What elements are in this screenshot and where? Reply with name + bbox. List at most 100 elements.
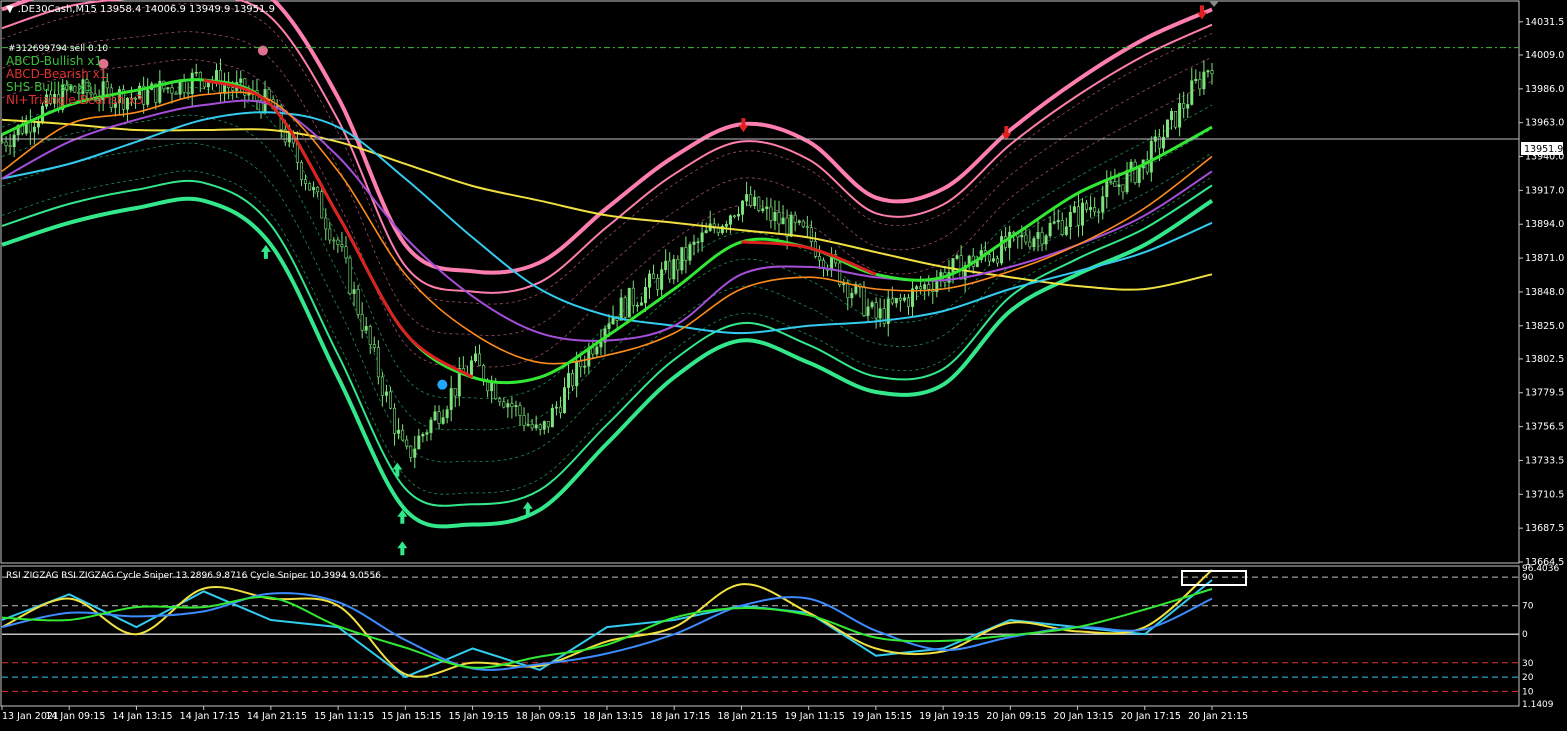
candle-body <box>0 141 4 144</box>
candle-body <box>308 183 312 191</box>
candle-body <box>494 382 498 400</box>
candle-body <box>514 405 518 408</box>
candle-body <box>1178 103 1182 128</box>
candle-body <box>753 196 757 206</box>
candle-body <box>757 196 761 211</box>
candle-body <box>761 208 765 211</box>
candle-body <box>312 187 316 191</box>
candle-body <box>1170 111 1174 121</box>
candle-body <box>1101 196 1105 213</box>
candle-body <box>1048 222 1052 237</box>
candle-body <box>639 302 643 306</box>
candle-body <box>575 360 579 387</box>
candle-body <box>417 435 421 450</box>
candle-body <box>1109 181 1113 183</box>
candle-body <box>380 376 384 396</box>
candle-body <box>421 433 425 437</box>
time-tick-label: 18 Jan 17:15 <box>650 711 710 722</box>
candle-body <box>724 224 728 227</box>
dropdown-triangle-icon[interactable]: ▼ <box>6 4 14 15</box>
candle-body <box>348 257 352 294</box>
candle-body <box>656 278 660 290</box>
candle-body <box>393 407 397 434</box>
candle-body <box>510 403 514 408</box>
candle-body <box>538 424 542 430</box>
oscillator-axis-label: 1.1409 <box>1522 700 1554 710</box>
time-tick-label: 20 Jan 09:15 <box>986 711 1046 722</box>
candle-body <box>797 220 801 223</box>
candle-body <box>146 89 150 105</box>
candle-body <box>676 259 680 271</box>
candle-body <box>182 79 186 93</box>
candle-body <box>486 381 490 392</box>
candle-body <box>356 289 360 315</box>
order-label[interactable]: #312699794 sell 0.10 <box>8 44 108 54</box>
candle-body <box>445 409 449 418</box>
candle-body <box>688 244 692 261</box>
candle-body <box>652 273 656 279</box>
candle-body <box>231 87 235 91</box>
candle-body <box>397 429 401 434</box>
current-price-label: 13951.9 <box>1524 144 1563 155</box>
candle-body <box>453 388 457 397</box>
candle-body <box>433 411 437 421</box>
candle-body <box>1081 202 1085 226</box>
candle-body <box>817 256 821 261</box>
candle-body <box>413 448 417 458</box>
candle-body <box>1182 103 1186 109</box>
candle-body <box>599 341 603 348</box>
price-tick-label: 13871.0 <box>1525 253 1564 264</box>
current-price-tag: 13951.9 <box>1521 142 1563 155</box>
candle-body <box>170 87 174 94</box>
candle-body <box>1044 235 1048 245</box>
pattern-item: NI+Triangle-Bearish x3 <box>6 93 144 107</box>
candle-body <box>214 70 218 82</box>
time-tick-label: 15 Jan 19:15 <box>449 711 509 722</box>
candle-body <box>643 286 647 304</box>
time-tick-label: 14 Jan 17:15 <box>180 711 240 722</box>
candle-body <box>987 254 991 262</box>
candle-body <box>409 445 413 458</box>
price-tick-label: 13894.0 <box>1525 219 1564 230</box>
time-tick-label: 18 Jan 09:15 <box>516 711 576 722</box>
candle-body <box>247 93 251 96</box>
candle-body <box>991 258 995 262</box>
candle-body <box>898 297 902 301</box>
candle-body <box>591 347 595 355</box>
candle-body <box>781 217 785 225</box>
candle-body <box>429 419 433 433</box>
candle-body <box>1089 207 1093 210</box>
candle-body <box>368 326 372 345</box>
candle-body <box>437 411 441 424</box>
candle-body <box>996 258 1000 264</box>
candle-body <box>332 239 336 242</box>
candle-body <box>304 179 308 184</box>
candle-body <box>680 247 684 271</box>
candle-body <box>316 187 320 192</box>
candle-body <box>773 212 777 221</box>
candle-body <box>12 134 16 148</box>
oscillator-axis-label: 70 <box>1522 602 1534 612</box>
candle-body <box>878 308 882 319</box>
candle-body <box>737 214 741 217</box>
candle-body <box>1032 238 1036 248</box>
candle-body <box>923 284 927 290</box>
candle-body <box>1174 111 1178 128</box>
candle-body <box>919 286 923 290</box>
time-tick-label: 19 Jan 15:15 <box>852 711 912 722</box>
candle-body <box>388 391 392 409</box>
candle-body <box>1060 220 1064 235</box>
candle-body <box>328 228 332 241</box>
candle-body <box>801 220 805 227</box>
candle-body <box>518 405 522 416</box>
candle-body <box>4 141 8 146</box>
price-tick-label: 14009.0 <box>1525 50 1564 61</box>
candle-body <box>1076 206 1080 226</box>
candle-body <box>959 255 963 280</box>
candle-body <box>405 439 409 447</box>
candle-body <box>206 82 210 88</box>
candle-body <box>915 286 919 290</box>
candle-body <box>1113 181 1117 187</box>
candle-body <box>546 421 550 428</box>
candle-body <box>441 417 445 424</box>
